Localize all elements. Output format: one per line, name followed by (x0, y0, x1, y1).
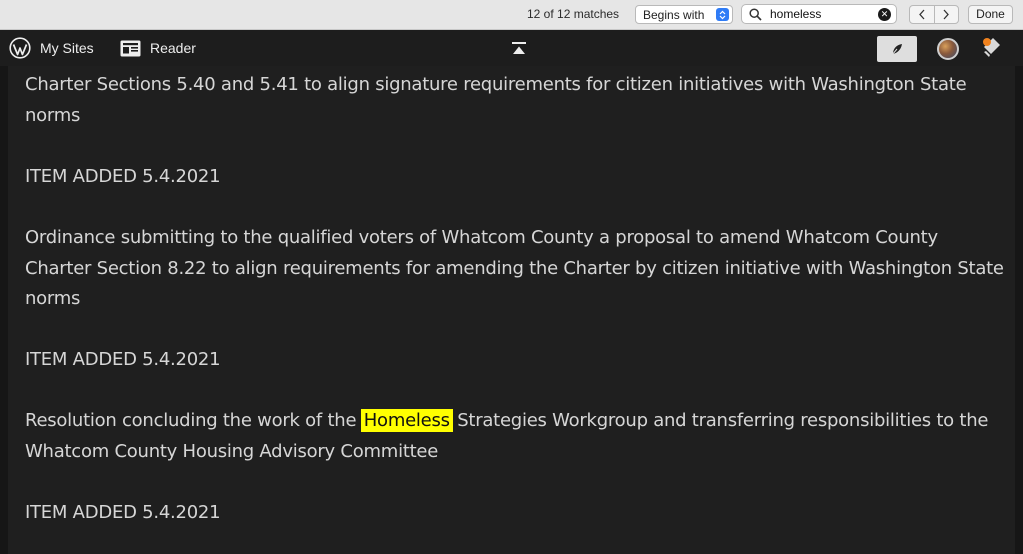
item-description: Charter Sections 5.40 and 5.41 to align … (25, 70, 1000, 131)
find-nav-buttons (909, 5, 959, 24)
feather-pen-icon (891, 44, 902, 56)
text-line: norms (25, 288, 81, 309)
find-next-button[interactable] (933, 6, 959, 23)
text-line: Ordinance submitting to the qualified vo… (25, 227, 938, 248)
item-added-label: ITEM ADDED 5.4.2021 (25, 166, 221, 187)
item-description: Ordinance submitting to the qualified vo… (25, 223, 1004, 315)
find-search-field[interactable]: ✕ (741, 4, 897, 24)
content-right-gutter (1015, 66, 1023, 554)
done-button[interactable]: Done (968, 5, 1013, 24)
item-description: Resolution concluding the work of the Ho… (25, 406, 1000, 467)
search-icon (749, 8, 762, 21)
reader-link[interactable]: Reader (120, 30, 196, 66)
my-sites-link[interactable]: My Sites (9, 30, 94, 66)
find-bar: 12 of 12 matches Begins with ✕ Done (0, 0, 1023, 30)
find-previous-button[interactable] (910, 6, 934, 23)
reader-icon (120, 40, 141, 56)
collapse-to-top-icon[interactable] (511, 41, 527, 55)
match-count: 12 of 12 matches (527, 7, 620, 21)
find-search-input[interactable] (770, 6, 870, 22)
chevron-left-icon (918, 9, 925, 20)
wordpress-logo-icon (9, 37, 31, 59)
user-avatar[interactable] (937, 38, 959, 60)
search-highlight: Homeless (360, 409, 453, 432)
admin-bar: My Sites Reader (0, 30, 1023, 66)
text-line: Resolution concluding the work of the Ho… (25, 406, 1000, 437)
reader-label: Reader (150, 40, 196, 56)
match-mode-select[interactable]: Begins with (635, 5, 733, 24)
text-line: norms (25, 104, 81, 126)
page-content: Charter Sections 5.40 and 5.41 to align … (0, 66, 1023, 554)
item-added-label: ITEM ADDED 5.4.2021 (25, 502, 221, 523)
text-segment: Resolution concluding the work of the (25, 410, 362, 431)
content-left-gutter (0, 66, 8, 554)
item-added-label: ITEM ADDED 5.4.2021 (25, 349, 221, 370)
select-arrows-icon (716, 8, 729, 21)
my-sites-label: My Sites (40, 40, 94, 56)
text-segment: Strategies Workgroup and transferring re… (451, 410, 989, 431)
text-line: Whatcom County Housing Advisory Committe… (25, 440, 439, 462)
match-mode-label: Begins with (643, 8, 705, 22)
clear-search-icon[interactable]: ✕ (878, 8, 891, 21)
notifications-bell-icon[interactable] (980, 37, 1004, 61)
text-line: Charter Sections 5.40 and 5.41 to align … (25, 74, 967, 95)
write-button[interactable] (877, 36, 917, 62)
chevron-right-icon (943, 9, 950, 20)
text-line: Charter Section 8.22 to align requiremen… (25, 257, 1004, 279)
